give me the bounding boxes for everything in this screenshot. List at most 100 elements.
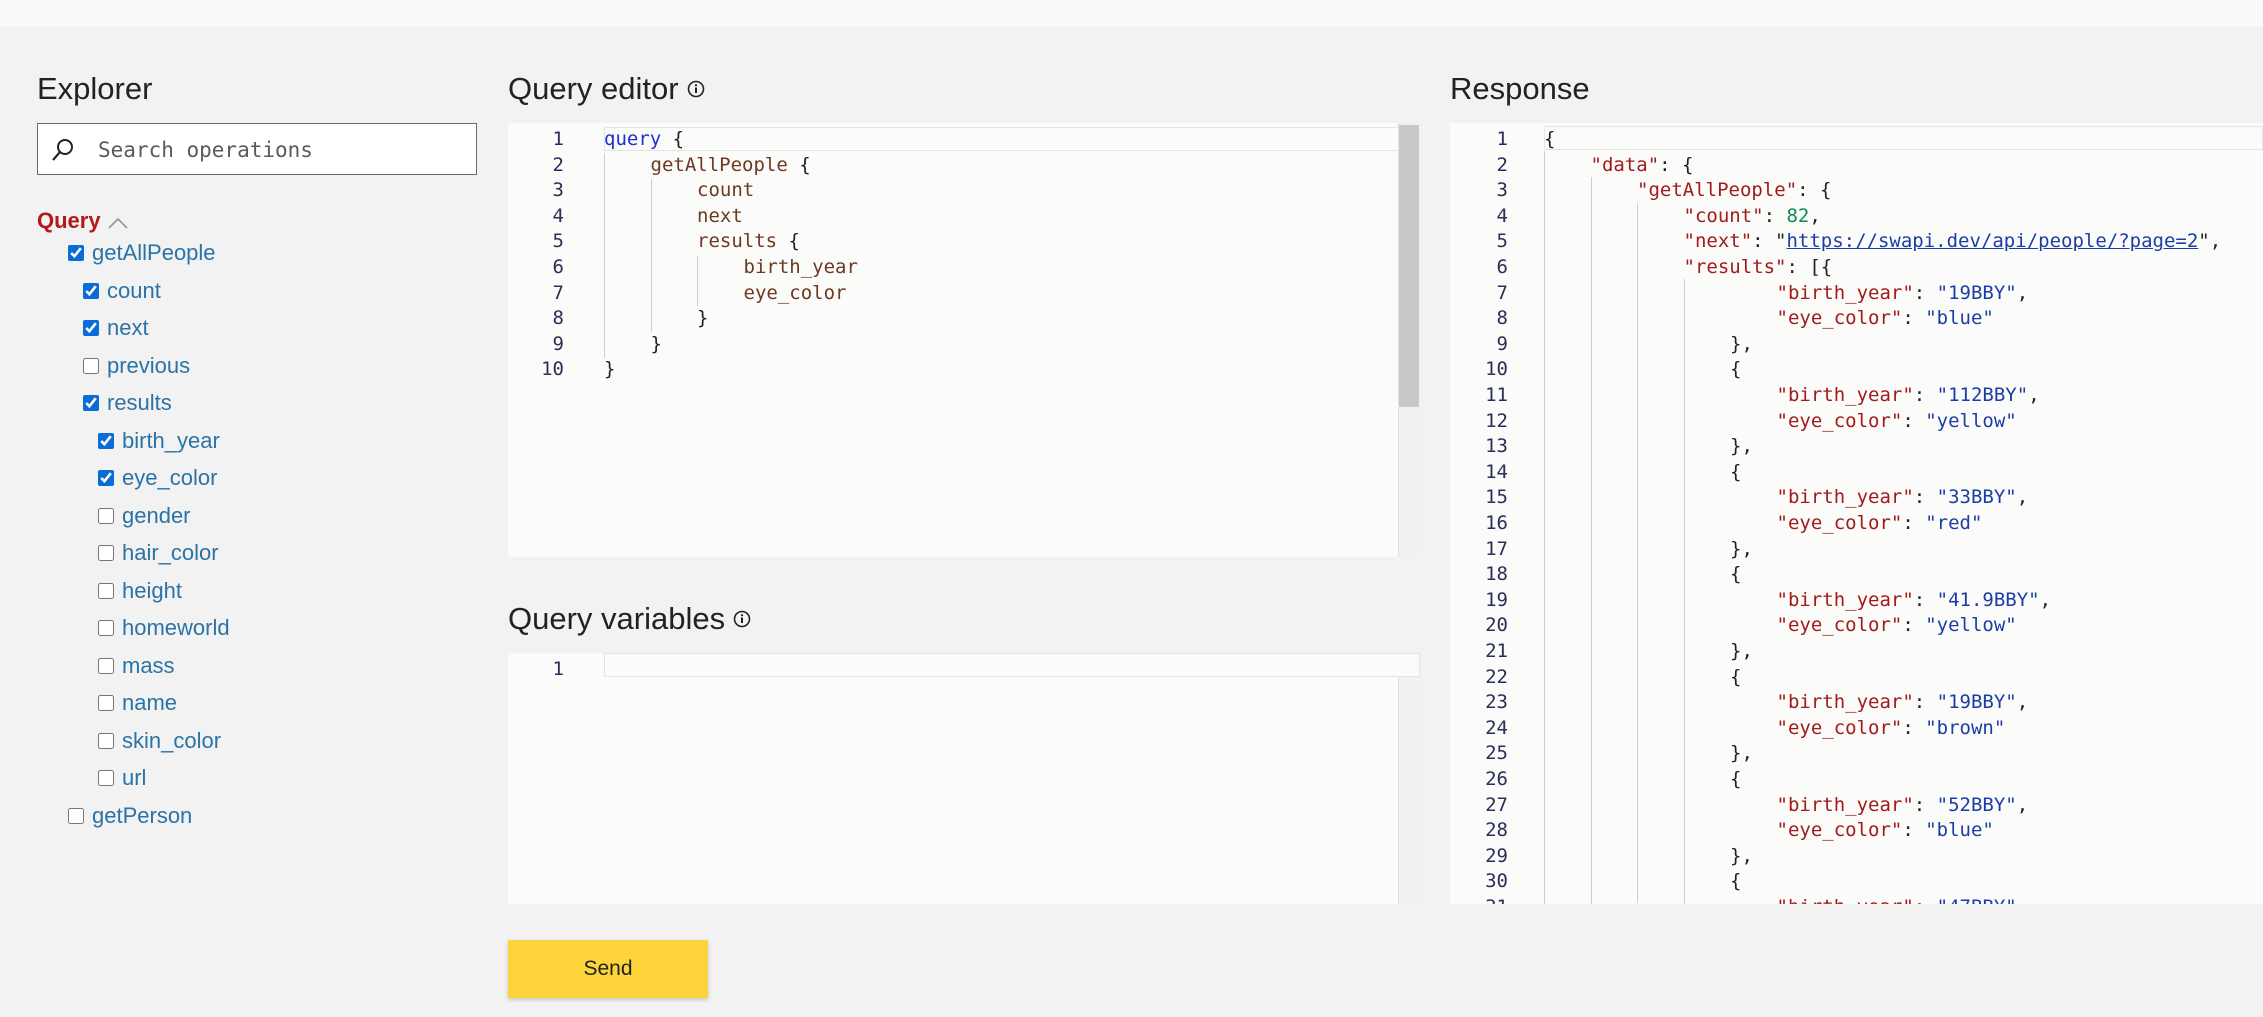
tree-item-height[interactable]: height <box>98 576 182 606</box>
checkbox[interactable] <box>98 620 114 636</box>
tree-item-label[interactable]: getPerson <box>92 803 192 829</box>
code-line: 14 { <box>1450 460 2263 486</box>
code-token: "blue" <box>1925 819 1994 842</box>
tree-item-name[interactable]: name <box>98 688 177 718</box>
line-number: 14 <box>1485 460 1508 483</box>
line-number: 17 <box>1485 537 1508 560</box>
code-token[interactable]: https://swapi.dev/api/people/?page=2 <box>1786 230 2198 252</box>
code-token: "birth_year" <box>1776 486 1914 509</box>
chevron-up-icon[interactable] <box>107 216 129 230</box>
tree-item-eye-color[interactable]: eye_color <box>98 463 217 493</box>
tree-item-label[interactable]: hair_color <box>122 540 219 566</box>
line-number: 8 <box>1496 307 1508 330</box>
tree-item-skin-color[interactable]: skin_color <box>98 726 221 756</box>
checkbox[interactable] <box>98 470 114 486</box>
indent-guide <box>1591 177 1592 904</box>
tree-item-next[interactable]: next <box>83 313 149 343</box>
checkbox[interactable] <box>98 732 114 749</box>
tree-item-label[interactable]: name <box>122 690 177 716</box>
query-variables-scrollbar[interactable] <box>1398 677 1420 904</box>
tree-item-label[interactable]: mass <box>122 653 175 679</box>
checkbox[interactable] <box>98 545 114 561</box>
tree-item-label[interactable]: homeworld <box>122 615 230 641</box>
code-token: "112BBY" <box>1936 384 2029 406</box>
checkbox[interactable] <box>83 395 99 411</box>
checkbox[interactable] <box>83 357 99 374</box>
line-number: 1 <box>552 658 564 680</box>
tree-item-label[interactable]: height <box>122 578 182 604</box>
query-editor[interactable]: 1 query {2 getAllPeople {3 count 4 next 5 resul… <box>508 123 1420 557</box>
checkbox[interactable] <box>68 245 84 261</box>
response-viewer[interactable]: 1{2 "data": {3 "getAllPeople": {4 "count": … <box>1450 123 2263 904</box>
tree-item-mass[interactable]: mass <box>98 651 175 681</box>
checkbox[interactable] <box>98 657 114 674</box>
code-token: { <box>787 153 811 176</box>
code-token: , <box>2016 281 2029 304</box>
tree-item-label[interactable]: eye_color <box>122 465 217 491</box>
code-token: "33BBY" <box>1936 486 2017 509</box>
checkbox[interactable] <box>98 770 114 786</box>
code-token: } <box>604 358 616 381</box>
tree-item-count[interactable]: count <box>83 276 161 306</box>
tree-item-label[interactable]: next <box>107 315 149 341</box>
tree-item-label[interactable]: skin_color <box>122 728 221 754</box>
search-box[interactable] <box>37 123 477 175</box>
tree-item-results[interactable]: results <box>83 388 172 418</box>
tree-item-gender[interactable]: gender <box>98 501 191 531</box>
indent-guide <box>1684 279 1685 904</box>
code-text: { <box>1730 460 1741 486</box>
line-number: 1 <box>552 128 564 150</box>
tree-item-label[interactable]: birth_year <box>122 428 220 454</box>
code-token: , <box>1809 204 1821 227</box>
tree-item-label[interactable]: results <box>107 390 172 416</box>
tree-item-previous[interactable]: previous <box>83 351 190 381</box>
tree-item-label[interactable]: url <box>122 765 146 791</box>
code-text: "birth_year": "47BBY" <box>1777 895 2017 904</box>
code-line: 3 "getAllPeople": { <box>1450 178 2263 204</box>
code-token: "eye_color" <box>1776 409 1903 432</box>
code-line: 6 birth_year <box>508 255 1420 281</box>
line-number: 27 <box>1485 793 1508 816</box>
tree-item-birth-year[interactable]: birth_year <box>98 426 220 456</box>
checkbox[interactable] <box>83 320 99 336</box>
info-icon[interactable] <box>687 80 705 98</box>
indent-guide <box>651 179 652 332</box>
query-variables-editor[interactable]: 1 <box>508 653 1420 904</box>
send-button[interactable]: Send <box>508 940 708 998</box>
tree-item-getallpeople[interactable]: getAllPeople <box>68 238 216 268</box>
code-text: "eye_color": "blue" <box>1777 818 1994 844</box>
checkbox[interactable] <box>68 807 84 824</box>
tree-item-homeworld[interactable]: homeworld <box>98 613 230 643</box>
checkbox[interactable] <box>98 507 114 524</box>
info-icon[interactable] <box>733 610 751 628</box>
checkbox[interactable] <box>98 582 114 599</box>
line-number: 10 <box>1485 358 1508 381</box>
code-token: : <box>1913 588 1937 611</box>
tree-item-label[interactable]: count <box>107 278 161 304</box>
code-line: 2 "data": { <box>1450 153 2263 179</box>
code-text: "eye_color": "blue" <box>1777 306 1994 332</box>
checkbox[interactable] <box>98 695 114 711</box>
tree-root-query[interactable]: Query <box>37 206 129 236</box>
tree-item-url[interactable]: url <box>98 763 146 793</box>
code-token: }, <box>1730 435 1753 458</box>
tree-item-getperson[interactable]: getPerson <box>68 801 192 831</box>
code-text: }, <box>1730 639 1753 665</box>
search-input[interactable] <box>96 133 470 167</box>
code-token: }, <box>1730 844 1753 867</box>
code-token: , <box>2016 486 2029 509</box>
code-token: : { <box>1797 179 1832 202</box>
tree-item-label[interactable]: gender <box>122 503 191 529</box>
code-token: "brown" <box>1925 716 2006 739</box>
code-token: "data" <box>1590 153 1660 176</box>
tree-item-hair-color[interactable]: hair_color <box>98 538 219 568</box>
indent-guide <box>1637 203 1638 903</box>
indent-guide <box>1544 151 1545 904</box>
line-number: 13 <box>1485 435 1508 458</box>
code-token: "eye_color" <box>1776 307 1903 330</box>
tree-item-label[interactable]: previous <box>107 353 190 379</box>
checkbox[interactable] <box>83 282 99 299</box>
code-text: "data": { <box>1591 153 1694 179</box>
checkbox[interactable] <box>98 432 114 449</box>
tree-item-label[interactable]: getAllPeople <box>92 240 216 266</box>
